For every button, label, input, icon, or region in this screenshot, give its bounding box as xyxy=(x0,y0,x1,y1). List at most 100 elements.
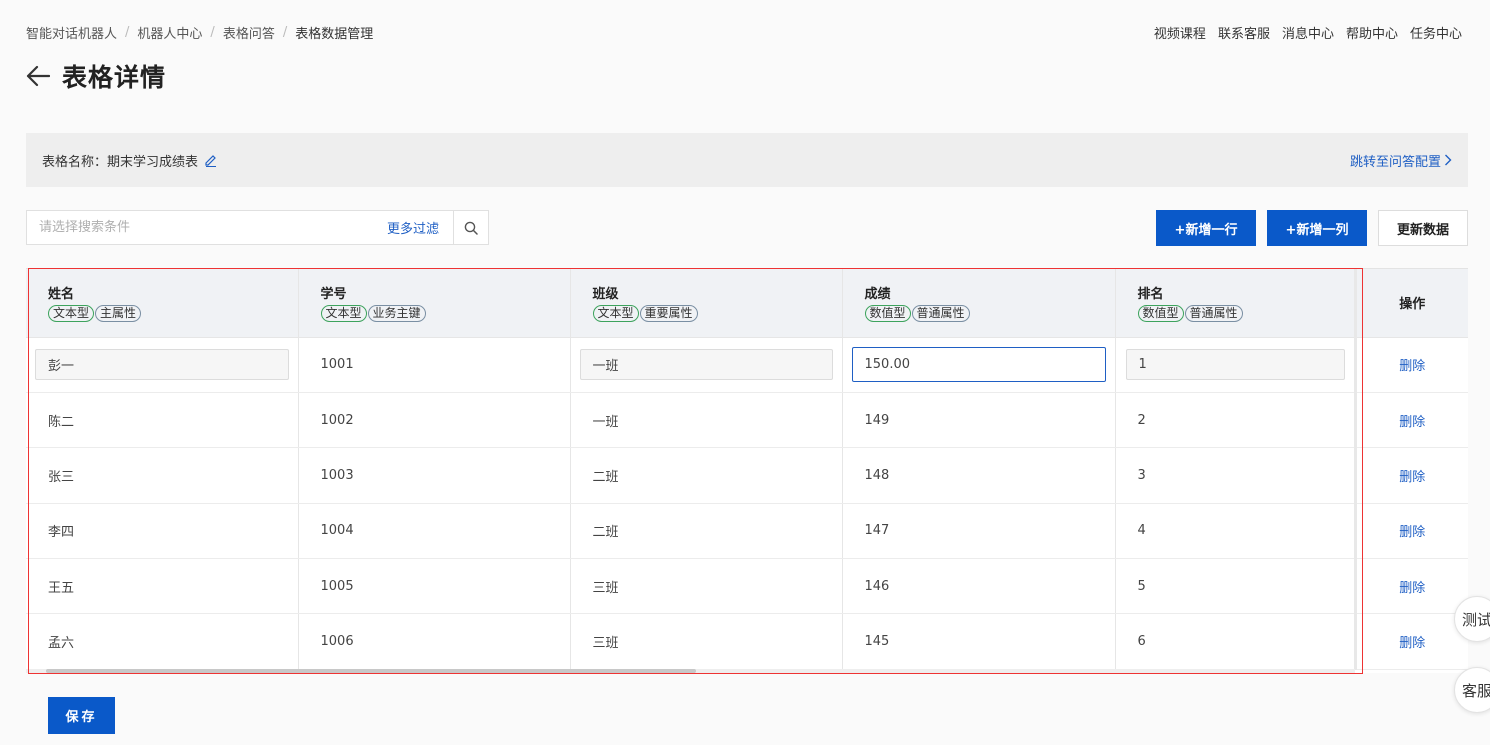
breadcrumb-item-current: 表格数据管理 xyxy=(295,26,374,42)
delete-row-link[interactable]: 删除 xyxy=(1399,415,1425,430)
search-button[interactable] xyxy=(453,211,488,244)
data-table: 姓名 文本型 主属性 学号 文本型 业务主键 班级 文本型 重要属性 成绩 数值型 普通… xyxy=(26,269,1468,670)
top-links: 视频课程 联系客服 消息中心 帮助中心 任务中心 xyxy=(1154,23,1462,42)
table-cell: 删除 xyxy=(1353,447,1468,504)
column-header-rank[interactable]: 排名 数值型 普通属性 xyxy=(1115,269,1356,338)
back-arrow-icon[interactable] xyxy=(26,61,52,91)
table-cell: 三班 xyxy=(570,558,843,615)
float-service-button[interactable]: 客服 xyxy=(1454,667,1490,713)
top-link-message-center[interactable]: 消息中心 xyxy=(1282,23,1334,42)
table-info-bar: 表格名称： 期末学习成绩表 跳转至问答配置 xyxy=(26,133,1468,187)
type-tag: 文本型 xyxy=(592,305,639,323)
table-cell: 陈二 xyxy=(26,392,299,449)
title-row: 表格详情 xyxy=(26,58,166,94)
breadcrumb-separator: / xyxy=(210,24,215,40)
table-cell: 5 xyxy=(1115,558,1356,615)
search-condition-input[interactable] xyxy=(27,211,373,244)
table-cell: 二班 xyxy=(570,447,843,504)
add-column-button[interactable]: +新增一列 xyxy=(1267,210,1367,246)
top-link-task-center[interactable]: 任务中心 xyxy=(1410,23,1462,42)
jump-link-label: 跳转至问答配置 xyxy=(1349,154,1441,170)
table-cell: 149 xyxy=(842,392,1116,449)
type-tag: 文本型 xyxy=(48,305,95,323)
column-header-score[interactable]: 成绩 数值型 普通属性 xyxy=(842,269,1116,338)
delete-row-link[interactable]: 删除 xyxy=(1399,359,1425,374)
table-cell: 删除 xyxy=(1353,503,1468,560)
type-tag: 文本型 xyxy=(320,305,367,323)
top-link-help-center[interactable]: 帮助中心 xyxy=(1346,23,1398,42)
table-row: 陈二 1002 一班 149 2 删除 xyxy=(26,392,1468,449)
attribute-tag: 业务主键 xyxy=(367,305,426,323)
horizontal-scrollbar[interactable] xyxy=(26,669,1355,673)
breadcrumb-item-robot-center[interactable]: 机器人中心 xyxy=(137,23,202,42)
table-cell: 一班 xyxy=(570,392,843,449)
cell-input-score[interactable] xyxy=(851,347,1106,383)
table-header-row: 姓名 文本型 主属性 学号 文本型 业务主键 班级 文本型 重要属性 成绩 数值型 普通… xyxy=(26,269,1468,338)
delete-row-link[interactable]: 删除 xyxy=(1399,470,1425,485)
attribute-tag: 主属性 xyxy=(95,305,142,323)
attribute-tag: 普通属性 xyxy=(911,305,970,323)
attribute-tag: 普通属性 xyxy=(1184,305,1243,323)
add-row-button[interactable]: +新增一行 xyxy=(1156,210,1256,246)
top-link-contact-service[interactable]: 联系客服 xyxy=(1218,23,1270,42)
table-name-label: 表格名称： xyxy=(42,154,108,170)
table-row: 张三 1003 二班 148 3 删除 xyxy=(26,447,1468,504)
table-cell: 145 xyxy=(842,613,1116,670)
table-cell: 1001 xyxy=(298,337,571,393)
top-link-video-course[interactable]: 视频课程 xyxy=(1154,23,1206,42)
type-tag: 数值型 xyxy=(1137,305,1184,323)
table-name-group: 表格名称： 期末学习成绩表 xyxy=(42,151,218,170)
cell-input-class[interactable] xyxy=(579,349,833,381)
delete-row-link[interactable]: 删除 xyxy=(1399,636,1425,651)
jump-to-qa-config-link[interactable]: 跳转至问答配置 xyxy=(1350,151,1452,170)
table-cell: 1003 xyxy=(298,447,571,504)
table-cell: 三班 xyxy=(570,613,843,670)
table-cell: 2 xyxy=(1115,392,1356,449)
table-row-editing: 1001 删除 xyxy=(26,337,1468,393)
table-cell: 删除 xyxy=(1353,392,1468,449)
more-filter-link[interactable]: 更多过滤 xyxy=(373,218,453,237)
delete-row-link[interactable]: 删除 xyxy=(1399,525,1425,540)
table-cell: 删除 xyxy=(1353,613,1468,670)
table-cell: 4 xyxy=(1115,503,1356,560)
table-cell: 删除 xyxy=(1353,337,1468,393)
table-cell xyxy=(570,337,843,393)
refresh-data-button[interactable]: 更新数据 xyxy=(1378,210,1468,246)
table-cell: 孟六 xyxy=(26,613,299,670)
table-cell: 李四 xyxy=(26,503,299,560)
table-cell: 148 xyxy=(842,447,1116,504)
table-cell: 王五 xyxy=(26,558,299,615)
table-row: 孟六 1006 三班 145 6 删除 xyxy=(26,613,1468,670)
search-box: 更多过滤 xyxy=(26,210,489,245)
table-cell: 6 xyxy=(1115,613,1356,670)
table-cell: 张三 xyxy=(26,447,299,504)
column-header-class[interactable]: 班级 文本型 重要属性 xyxy=(570,269,843,338)
save-button[interactable]: 保存 xyxy=(48,697,115,734)
column-header-name[interactable]: 姓名 文本型 主属性 xyxy=(26,269,299,338)
cell-input-name[interactable] xyxy=(35,349,289,381)
table-cell xyxy=(1115,337,1356,393)
table-cell: 二班 xyxy=(570,503,843,560)
table-row: 李四 1004 二班 147 4 删除 xyxy=(26,503,1468,560)
table-name-value: 期末学习成绩表 xyxy=(107,154,199,170)
table-cell xyxy=(842,337,1116,393)
data-table-container: 姓名 文本型 主属性 学号 文本型 业务主键 班级 文本型 重要属性 成绩 数值型 普通… xyxy=(26,268,1468,673)
attribute-tag: 重要属性 xyxy=(639,305,698,323)
table-cell: 1002 xyxy=(298,392,571,449)
table-cell: 146 xyxy=(842,558,1116,615)
column-header-student-id[interactable]: 学号 文本型 业务主键 xyxy=(298,269,571,338)
column-header-operation: 操作 xyxy=(1353,269,1468,338)
table-row: 王五 1005 三班 146 5 删除 xyxy=(26,558,1468,615)
delete-row-link[interactable]: 删除 xyxy=(1399,581,1425,596)
table-cell: 删除 xyxy=(1353,558,1468,615)
table-cell: 1005 xyxy=(298,558,571,615)
breadcrumb-item-table-qa[interactable]: 表格问答 xyxy=(223,23,275,42)
edit-pencil-icon[interactable] xyxy=(204,153,218,167)
breadcrumb-separator: / xyxy=(125,24,130,40)
cell-input-rank[interactable] xyxy=(1125,349,1345,381)
page-title: 表格详情 xyxy=(62,63,167,92)
breadcrumb-separator: / xyxy=(282,24,288,40)
scrollbar-thumb[interactable] xyxy=(46,669,696,673)
table-cell: 1004 xyxy=(298,503,571,560)
breadcrumb-item-robot[interactable]: 智能对话机器人 xyxy=(26,23,117,42)
